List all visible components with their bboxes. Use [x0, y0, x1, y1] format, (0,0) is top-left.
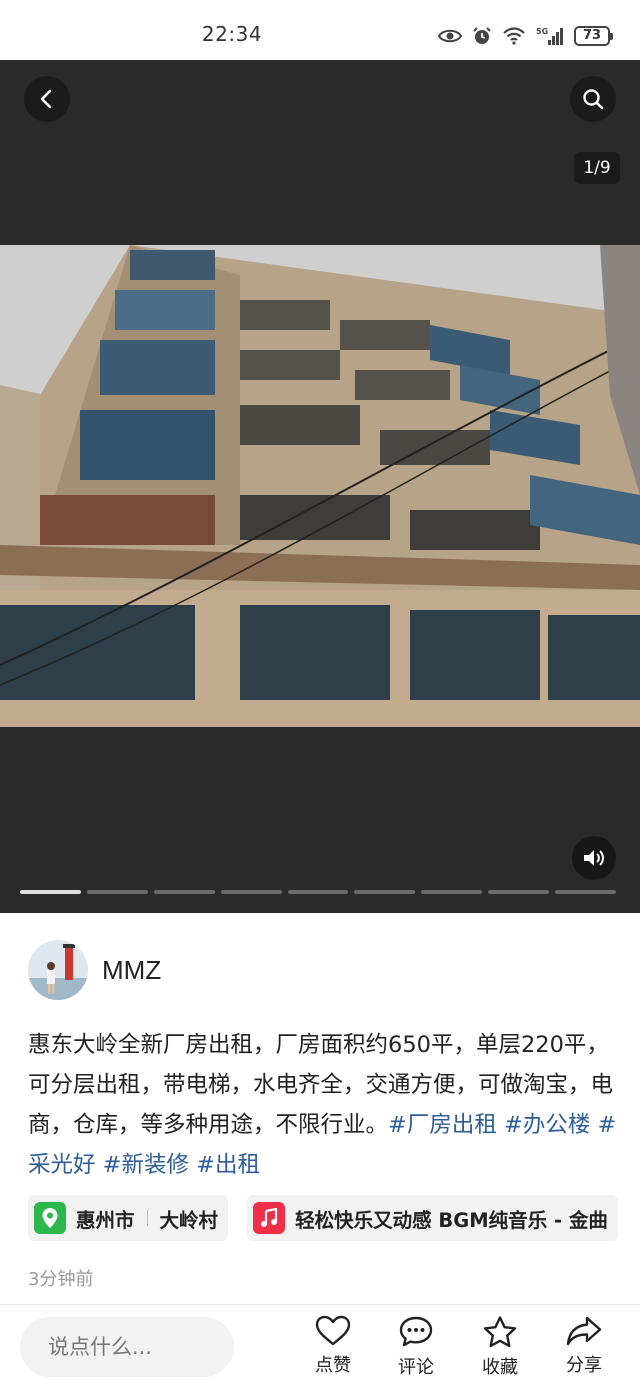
page-indicator-segment	[488, 890, 550, 894]
page-indicator-segment	[555, 890, 617, 894]
comment-icon	[399, 1316, 433, 1347]
signal-icon: 5G	[536, 26, 564, 46]
divider	[146, 1210, 148, 1226]
collect-label: 收藏	[482, 1357, 518, 1378]
hashtag[interactable]: #办公楼	[504, 1112, 590, 1138]
page-indicator-segment	[421, 890, 483, 894]
collect-button[interactable]: 收藏	[470, 1315, 530, 1379]
wifi-icon	[502, 27, 526, 45]
heart-icon	[315, 1315, 351, 1346]
battery-icon: 73	[574, 26, 613, 46]
location-city: 惠州市	[76, 1208, 135, 1232]
chips-row: 惠州市 大岭村 轻松快乐又动感 BGM纯音乐 - 金曲	[28, 1195, 640, 1241]
location-pin-icon	[34, 1202, 66, 1234]
page-counter: 1/9	[574, 152, 620, 184]
status-icons: 5G 73	[438, 24, 613, 48]
page-indicator-segment	[287, 890, 349, 894]
author-name[interactable]: MMZ	[102, 955, 161, 986]
hashtag[interactable]: #厂房出租	[388, 1112, 497, 1138]
location-village: 大岭村	[159, 1208, 219, 1232]
music-chip[interactable]: 轻松快乐又动感 BGM纯音乐 - 金曲	[247, 1195, 618, 1241]
volume-icon	[584, 850, 604, 866]
volume-button[interactable]	[572, 836, 616, 880]
hashtag[interactable]: #出租	[196, 1152, 260, 1178]
comment-input[interactable]: 说点什么...	[20, 1317, 234, 1377]
comment-button[interactable]: 评论	[386, 1315, 446, 1379]
page-indicator-segment	[354, 890, 416, 894]
author-row[interactable]: MMZ	[28, 940, 161, 1000]
back-icon	[40, 89, 52, 109]
search-button[interactable]	[570, 76, 616, 122]
alarm-icon	[472, 26, 492, 46]
building-photo[interactable]	[0, 245, 640, 727]
music-title: 轻松快乐又动感 BGM纯音乐 - 金曲	[295, 1208, 608, 1232]
share-label: 分享	[566, 1355, 602, 1376]
location-chip[interactable]: 惠州市 大岭村	[28, 1195, 229, 1241]
media-viewer[interactable]: 1/9	[0, 60, 640, 913]
post-time: 3分钟前	[28, 1269, 94, 1290]
like-label: 点赞	[315, 1355, 351, 1376]
star-icon	[483, 1316, 517, 1348]
status-time: 22:34	[201, 22, 263, 46]
svg-text:5G: 5G	[536, 27, 548, 36]
page-indicator-segment	[220, 890, 282, 894]
page-progress	[20, 890, 617, 894]
avatar[interactable]	[28, 940, 88, 1000]
music-note-icon	[253, 1202, 286, 1234]
back-button[interactable]	[24, 76, 70, 122]
bottom-action-bar: 说点什么... 点赞 评论 收藏 分享	[0, 1304, 640, 1386]
post-description: 惠东大岭全新厂房出租，厂房面积约650平，单层220平，可分层出租，带电梯，水电…	[28, 1025, 624, 1185]
page-indicator-segment	[20, 890, 81, 894]
hashtag[interactable]: #新装修	[103, 1152, 189, 1178]
share-button[interactable]: 分享	[554, 1315, 614, 1377]
search-icon	[583, 89, 604, 110]
eye-icon	[438, 28, 462, 44]
page-indicator-segment	[86, 890, 148, 894]
like-button[interactable]: 点赞	[303, 1315, 363, 1377]
comment-label: 评论	[398, 1357, 434, 1378]
page-indicator-segment	[153, 890, 215, 894]
share-arrow-icon	[566, 1316, 602, 1346]
status-bar: 22:34 5G 73	[0, 0, 640, 60]
